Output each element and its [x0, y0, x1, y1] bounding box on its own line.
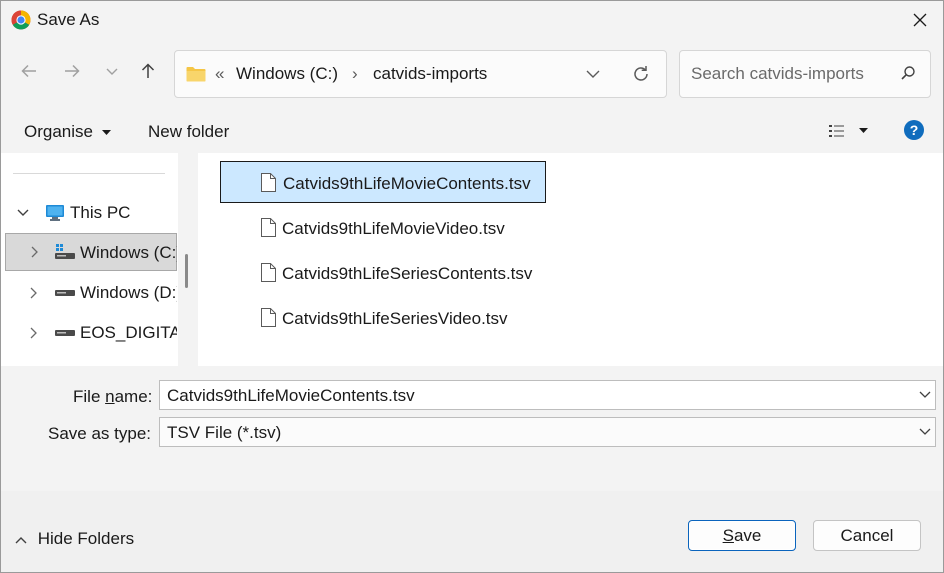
file-name-value[interactable]: Catvids9thLifeMovieContents.tsv [167, 386, 415, 406]
view-options-button[interactable] [827, 123, 871, 141]
save-as-type-select[interactable]: TSV File (*.tsv) [159, 417, 936, 447]
file-name: Catvids9thLifeSeriesContents.tsv [282, 264, 533, 283]
view-options-icon [829, 125, 844, 137]
command-bar: Organise New folder ? [1, 109, 943, 153]
file-item[interactable]: Catvids9thLifeSeriesVideo.tsv [220, 297, 546, 339]
help-icon[interactable]: ? [904, 120, 924, 140]
save-form: File name: Catvids9thLifeMovieContents.t… [1, 366, 943, 491]
computer-icon [46, 205, 64, 221]
file-name-field[interactable]: Catvids9thLifeMovieContents.tsv [159, 380, 936, 410]
organise-menu[interactable]: Organise [24, 122, 111, 142]
breadcrumb-separator[interactable]: › [352, 64, 358, 84]
navigation-scrollbar[interactable] [178, 153, 198, 366]
file-name-label: File name: [73, 387, 153, 406]
file-item[interactable]: Catvids9thLifeMovieContents.tsv [220, 161, 546, 203]
address-bar[interactable]: « Windows (C:) › catvids-imports [174, 50, 667, 98]
drive-icon [55, 244, 75, 259]
tree-item-windows-d[interactable]: Windows (D:) [1, 274, 177, 312]
forward-button[interactable] [58, 57, 86, 85]
chrome-icon [11, 10, 31, 30]
tree-label-eos-digital: EOS_DIGITAL [80, 323, 177, 342]
forward-arrow-icon [65, 64, 80, 78]
cancel-button[interactable]: Cancel [813, 520, 921, 551]
file-name: Catvids9thLifeSeriesVideo.tsv [282, 309, 508, 328]
back-button[interactable] [15, 57, 43, 85]
chevron-right-icon[interactable] [29, 287, 39, 299]
up-button[interactable] [134, 57, 162, 85]
tree-label-windows-d: Windows (D:) [80, 283, 177, 302]
save-as-type-label: Save as type: [48, 424, 152, 443]
file-item[interactable]: Catvids9thLifeMovieVideo.tsv [220, 207, 546, 249]
chevron-down-icon[interactable] [17, 208, 29, 218]
browser-body: This PC Windows (C:) Windows (D:) EOS_DI… [1, 153, 943, 366]
save-button[interactable]: Save [688, 520, 796, 551]
folder-icon [186, 67, 206, 82]
dialog-footer: Hide Folders Save Cancel [1, 491, 943, 572]
tree-item-windows-c[interactable]: Windows (C:) [5, 233, 177, 271]
file-icon [261, 308, 276, 327]
close-icon [913, 13, 927, 27]
close-button[interactable] [897, 1, 943, 39]
search-box[interactable] [679, 50, 931, 98]
nav-divider [13, 173, 165, 174]
chevron-down-icon [919, 428, 931, 435]
svg-text:?: ? [910, 122, 919, 138]
file-item[interactable]: Catvids9thLifeSeriesContents.tsv [220, 252, 546, 294]
file-icon [261, 263, 276, 282]
drive-icon [55, 290, 75, 296]
drive-icon [55, 330, 75, 336]
chevron-right-icon[interactable] [29, 327, 39, 339]
file-icon [261, 218, 276, 237]
tree-item-eos-digital[interactable]: EOS_DIGITAL [1, 314, 177, 352]
breadcrumb-catvids-imports[interactable]: catvids-imports [373, 64, 487, 84]
navigation-pane: This PC Windows (C:) Windows (D:) EOS_DI… [1, 153, 177, 366]
navigation-bar: « Windows (C:) › catvids-imports [1, 39, 943, 109]
file-name: Catvids9thLifeMovieContents.tsv [283, 174, 531, 193]
chevron-down-icon [106, 68, 118, 75]
back-arrow-icon [21, 64, 36, 78]
window-title: Save As [37, 10, 100, 29]
tree-label-windows-c: Windows (C:) [80, 243, 177, 262]
scrollbar-thumb[interactable] [185, 254, 188, 288]
save-as-type-value: TSV File (*.tsv) [167, 423, 282, 442]
file-name: Catvids9thLifeMovieVideo.tsv [282, 219, 505, 238]
title-bar: Save As [1, 1, 943, 39]
caret-down-icon [101, 129, 111, 135]
up-arrow-icon [141, 63, 155, 78]
file-list: Catvids9thLifeMovieContents.tsv Catvids9… [198, 153, 943, 366]
caret-down-icon [859, 128, 868, 133]
search-input[interactable] [689, 61, 893, 87]
breadcrumb-overflow[interactable]: « [215, 64, 224, 84]
chevron-up-icon [15, 536, 27, 544]
organise-label: Organise [24, 122, 93, 141]
tree-item-this-pc[interactable]: This PC [1, 194, 177, 232]
hide-folders-button[interactable]: Hide Folders [15, 529, 134, 549]
tree-label-this-pc: This PC [70, 203, 131, 222]
search-icon[interactable] [900, 65, 916, 81]
chevron-down-icon[interactable] [919, 389, 931, 399]
breadcrumb-windows-c[interactable]: Windows (C:) [236, 64, 338, 84]
new-folder-button[interactable]: New folder [148, 122, 229, 142]
refresh-icon[interactable] [631, 64, 651, 84]
new-folder-label: New folder [148, 122, 230, 141]
file-icon [261, 173, 276, 192]
chevron-down-icon[interactable] [586, 68, 600, 80]
save-as-dialog: Save As « Windows (C:) › catvids-imports… [0, 0, 944, 573]
chevron-right-icon[interactable] [30, 246, 40, 258]
recent-locations-button[interactable] [98, 57, 126, 85]
hide-folders-label: Hide Folders [37, 529, 135, 548]
